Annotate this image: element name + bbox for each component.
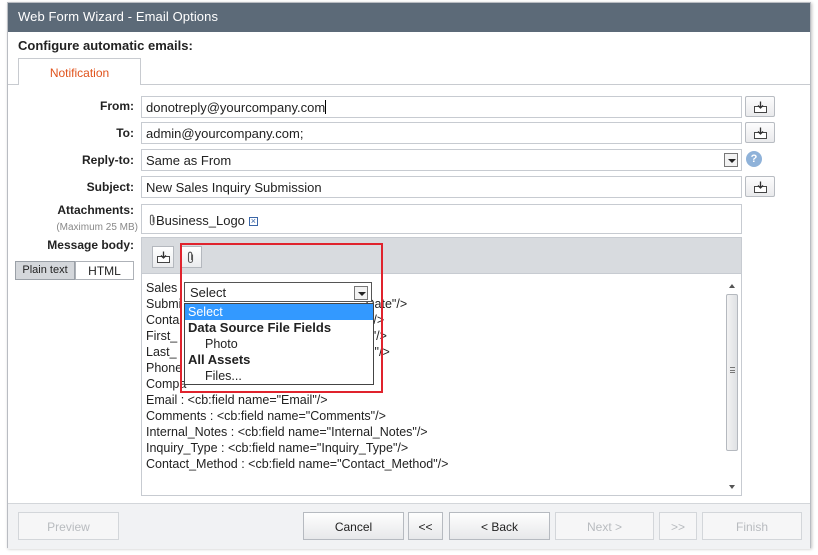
preview-button[interactable]: Preview <box>18 512 119 540</box>
to-insert-field-button[interactable] <box>745 122 775 143</box>
editor-scrollbar[interactable] <box>725 280 739 493</box>
finish-button[interactable]: Finish <box>702 512 802 540</box>
attachments-max-size: (Maximum 25 MB) <box>56 222 138 233</box>
subject-label: Subject: <box>86 180 134 194</box>
scroll-up-arrow-icon[interactable] <box>725 280 739 292</box>
remove-x-icon[interactable]: × <box>248 217 258 226</box>
attachments-label: Attachments: <box>57 203 134 217</box>
editor-line[interactable]: Contact_Method : <cb:field name="Contact… <box>146 456 448 472</box>
from-insert-field-button[interactable] <box>745 96 775 117</box>
editor-line[interactable]: Inquiry_Type : <cb:field name="Inquiry_T… <box>146 440 448 456</box>
back-button[interactable]: < Back <box>449 512 550 540</box>
subject-insert-field-button[interactable] <box>745 176 775 197</box>
insert-field-icon <box>754 181 767 193</box>
to-field[interactable]: admin@yourcompany.com; <box>141 122 742 144</box>
html-mode-button[interactable]: HTML <box>75 261 134 280</box>
message-body-label: Message body: <box>47 238 134 252</box>
email-options-window: Web Form Wizard - Email Options Configur… <box>7 2 811 549</box>
plain-text-mode-button[interactable]: Plain text <box>15 261 75 280</box>
next-button[interactable]: Next > <box>555 512 654 540</box>
subject-field[interactable]: New Sales Inquiry Submission <box>141 176 742 198</box>
paperclip-icon <box>149 214 155 226</box>
help-icon[interactable]: ? <box>746 151 762 167</box>
attachments-box: Business_Logo × <box>141 204 742 234</box>
editor-line[interactable]: Comments : <cb:field name="Comments"/> <box>146 408 448 424</box>
reply-to-label: Reply-to: <box>82 153 134 167</box>
editor-line[interactable]: Email : <cb:field name="Email"/> <box>146 392 448 408</box>
cancel-button[interactable]: Cancel <box>303 512 404 540</box>
page-heading: Configure automatic emails: <box>18 38 193 53</box>
attachment-filename[interactable]: Business_Logo <box>156 213 245 228</box>
chevron-down-icon[interactable] <box>724 153 738 167</box>
highlight-annotation-box <box>180 243 383 393</box>
first-step-button[interactable]: << <box>408 512 443 540</box>
from-value: donotreply@yourcompany.com <box>146 100 326 115</box>
wizard-footer: Preview Cancel << < Back Next > >> Finis… <box>8 503 810 549</box>
insert-field-icon <box>754 127 767 139</box>
last-step-button[interactable]: >> <box>659 512 697 540</box>
insert-field-icon <box>754 101 767 113</box>
scroll-thumb[interactable] <box>726 294 738 451</box>
reply-to-select[interactable]: Same as From <box>141 149 742 171</box>
window-title: Web Form Wizard - Email Options <box>8 3 810 32</box>
from-label: From: <box>100 99 134 113</box>
text-caret <box>325 100 327 114</box>
scroll-down-arrow-icon[interactable] <box>725 481 739 493</box>
insert-field-button[interactable] <box>152 246 174 268</box>
attachment-item: Business_Logo × <box>149 213 258 228</box>
reply-to-value: Same as From <box>146 153 232 168</box>
from-field[interactable]: donotreply@yourcompany.com <box>141 96 742 118</box>
editor-line[interactable]: Internal_Notes : <cb:field name="Interna… <box>146 424 448 440</box>
tab-notification[interactable]: Notification <box>18 58 141 85</box>
to-label: To: <box>116 126 134 140</box>
insert-field-icon <box>157 251 170 263</box>
